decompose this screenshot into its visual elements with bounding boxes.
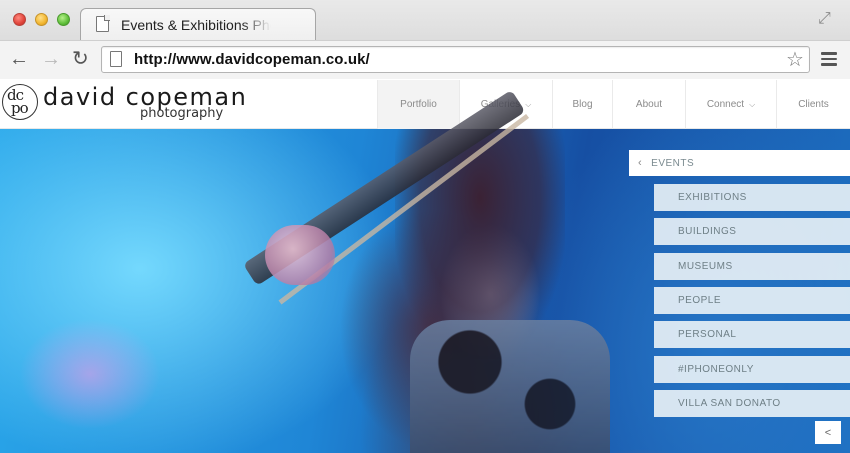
close-window-icon[interactable] xyxy=(13,13,26,26)
share-icon: < xyxy=(824,426,832,439)
chevron-down-icon: ⌵ xyxy=(749,99,756,109)
nav-item-about[interactable]: About xyxy=(612,80,685,129)
nav-item-blog[interactable]: Blog xyxy=(552,80,612,129)
nav-label: Connect xyxy=(706,99,745,110)
main-nav: Portfolio Galleries ⌵ Blog About Connect… xyxy=(377,80,850,129)
back-arrow-icon[interactable]: ← xyxy=(9,49,29,69)
reload-icon[interactable]: ↻ xyxy=(72,49,89,69)
minimize-window-icon[interactable] xyxy=(35,13,48,26)
category-item-label: PERSONAL xyxy=(678,329,737,340)
category-item-label: PEOPLE xyxy=(678,295,722,306)
category-item-people[interactable]: PEOPLE xyxy=(654,287,850,314)
category-item-exhibitions[interactable]: EXHIBITIONS xyxy=(654,184,850,211)
category-back-button[interactable]: ‹ EVENTS xyxy=(629,150,850,176)
category-item-label: #IPHONEONLY xyxy=(678,364,754,375)
logo-mark[interactable]: dc po xyxy=(2,84,38,120)
forward-arrow-icon[interactable]: → xyxy=(41,49,61,69)
chevron-down-icon: ⌵ xyxy=(525,99,532,109)
star-icon[interactable]: ☆ xyxy=(786,47,804,72)
category-item-iphoneonly[interactable]: #IPHONEONLY xyxy=(654,356,850,383)
tab-title[interactable]: Events & Exhibitions Pho xyxy=(121,17,271,33)
logo-mark-bottom: po xyxy=(11,99,29,117)
logo-tagline: photography xyxy=(140,106,224,121)
nav-item-portfolio[interactable]: Portfolio xyxy=(377,80,459,129)
category-item-label: VILLA SAN DONATO xyxy=(678,398,781,409)
category-item-label: BUILDINGS xyxy=(678,226,737,237)
nav-label: Portfolio xyxy=(400,99,437,110)
fullscreen-icon[interactable]: ⤢ xyxy=(818,10,836,28)
nav-label: Clients xyxy=(798,99,829,110)
category-item-label: MUSEUMS xyxy=(678,261,733,272)
category-item-museums[interactable]: MUSEUMS xyxy=(654,253,850,280)
category-back-label: EVENTS xyxy=(651,157,695,169)
category-menu: ‹ EVENTS EXHIBITIONS BUILDINGS MUSEUMS P… xyxy=(629,150,850,417)
share-button[interactable]: < xyxy=(815,421,841,444)
zoom-window-icon[interactable] xyxy=(57,13,70,26)
hero-hand xyxy=(265,225,335,285)
nav-label: About xyxy=(635,99,663,110)
category-item-buildings[interactable]: BUILDINGS xyxy=(654,218,850,245)
category-item-personal[interactable]: PERSONAL xyxy=(654,321,850,348)
nav-label: Blog xyxy=(572,99,593,110)
category-item-villa-san-donato[interactable]: VILLA SAN DONATO xyxy=(654,390,850,417)
nav-item-connect[interactable]: Connect ⌵ xyxy=(685,80,776,129)
page-icon xyxy=(110,51,122,67)
category-item-label: EXHIBITIONS xyxy=(678,192,747,203)
hero-figure-dress xyxy=(410,320,610,453)
chevron-left-icon: ‹ xyxy=(638,157,643,169)
url-text[interactable]: http://www.davidcopeman.co.uk/ xyxy=(134,51,370,68)
menu-icon[interactable] xyxy=(821,52,837,66)
nav-item-clients[interactable]: Clients xyxy=(776,80,850,129)
tab-page-icon xyxy=(96,15,110,32)
